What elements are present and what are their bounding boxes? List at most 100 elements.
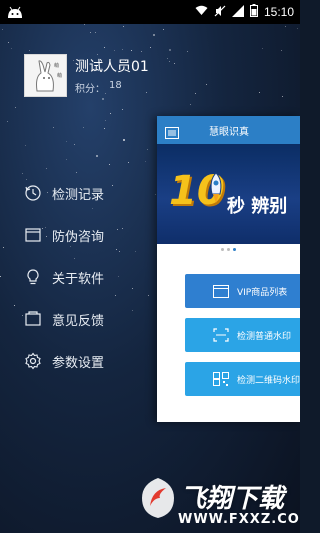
feedback-icon: [24, 310, 42, 328]
menu-item-settings[interactable]: 参数设置: [24, 340, 154, 382]
star: [110, 113, 111, 114]
rabbit-avatar-icon[interactable]: 萌 萌: [24, 54, 67, 97]
watermark-text: 飞翔下载: [180, 484, 285, 514]
star: [114, 50, 115, 51]
menu-item-history[interactable]: 检测记录: [24, 172, 154, 214]
star: [297, 28, 298, 29]
star: [66, 159, 67, 160]
star: [104, 128, 105, 129]
mute-icon: [214, 5, 226, 20]
menu-label: 意见反馈: [52, 313, 105, 329]
main-screen-panel[interactable]: 慧眼识真 10 秒 辨别 VIP商品列表 检测普通水印 检测二维码水印: [157, 116, 300, 422]
star: [66, 141, 67, 142]
star: [153, 34, 155, 36]
star: [25, 145, 26, 146]
star: [3, 247, 4, 248]
star: [259, 92, 260, 93]
app-header: 慧眼识真: [157, 116, 300, 144]
star: [53, 127, 54, 128]
action-buttons: VIP商品列表 检测普通水印 检测二维码水印: [157, 254, 300, 396]
star: [131, 50, 132, 51]
star: [195, 93, 196, 94]
star: [104, 47, 105, 48]
star: [147, 149, 148, 150]
promo-banner[interactable]: 10 秒 辨别: [157, 144, 300, 244]
star: [95, 32, 96, 33]
star: [105, 120, 106, 121]
watermark-logo-icon: [138, 476, 178, 524]
star: [122, 49, 123, 50]
star: [123, 26, 124, 27]
star: [96, 155, 98, 157]
star: [150, 47, 151, 48]
signal-icon: [231, 4, 244, 20]
star: [0, 276, 1, 277]
button-label: VIP商品列表: [237, 287, 288, 298]
star: [22, 315, 23, 316]
star: [8, 42, 9, 43]
menu-item-about[interactable]: 关于软件: [24, 256, 154, 298]
android-icon: [6, 5, 24, 19]
score-label: 积分：: [75, 84, 105, 95]
star: [22, 173, 23, 174]
menu-item-feedback[interactable]: 意见反馈: [24, 298, 154, 340]
star: [169, 61, 170, 62]
site-watermark: 飞翔下载 WWW.FXXZ.COM: [136, 472, 300, 530]
wifi-icon: [195, 5, 208, 19]
star: [163, 29, 164, 30]
menu-label: 防伪咨询: [52, 229, 105, 245]
user-profile[interactable]: 萌 萌 测试人员01 积分： 18: [24, 54, 149, 97]
scan-icon: [213, 328, 229, 342]
star: [14, 305, 15, 306]
star: [123, 139, 125, 141]
star: [84, 24, 85, 25]
menu-label: 检测记录: [52, 187, 105, 203]
star: [167, 58, 168, 59]
star: [109, 164, 110, 165]
app-title: 慧眼识真: [209, 126, 249, 138]
drawer-menu: 检测记录 防伪咨询 关于软件 意见反馈 参数设置: [24, 172, 154, 382]
vip-list-button[interactable]: VIP商品列表: [185, 274, 300, 308]
svg-text:萌: 萌: [57, 72, 62, 79]
battery-icon: [249, 4, 258, 20]
star: [122, 109, 123, 110]
window-icon: [24, 226, 42, 244]
watermark-url: WWW.FXXZ.COM: [178, 512, 300, 527]
star: [206, 84, 207, 85]
star: [46, 168, 47, 169]
star: [282, 96, 283, 97]
star: [141, 51, 142, 52]
star: [262, 48, 263, 49]
user-score: 积分： 18: [75, 80, 149, 95]
menu-label: 关于软件: [52, 271, 105, 287]
menu-label: 参数设置: [52, 355, 105, 371]
status-time: 15:10: [263, 5, 294, 19]
score-value: 18: [109, 80, 122, 91]
lightbulb-icon: [24, 268, 42, 286]
svg-text:萌: 萌: [54, 62, 59, 69]
star: [11, 48, 12, 49]
star: [187, 51, 188, 52]
gear-icon: [24, 352, 42, 370]
star: [169, 49, 171, 51]
scan-qrcode-button[interactable]: 检测二维码水印: [185, 362, 300, 396]
star: [128, 162, 129, 163]
star: [83, 127, 84, 128]
button-label: 检测二维码水印: [237, 375, 300, 386]
star: [281, 50, 282, 51]
menu-item-consult[interactable]: 防伪咨询: [24, 214, 154, 256]
menu-toggle-icon[interactable]: [165, 124, 179, 139]
star: [285, 26, 286, 27]
star: [15, 107, 16, 108]
carousel-dot[interactable]: [221, 247, 224, 251]
star: [102, 98, 104, 100]
carousel-dot[interactable]: [227, 247, 230, 251]
qrcode-icon: [213, 372, 229, 386]
user-info: 测试人员01 积分： 18: [75, 56, 149, 95]
star: [7, 121, 8, 122]
star: [90, 32, 91, 33]
star: [29, 50, 30, 51]
button-label: 检测普通水印: [237, 331, 292, 342]
scan-watermark-button[interactable]: 检测普通水印: [185, 318, 300, 352]
carousel-dot-active[interactable]: [233, 247, 236, 251]
